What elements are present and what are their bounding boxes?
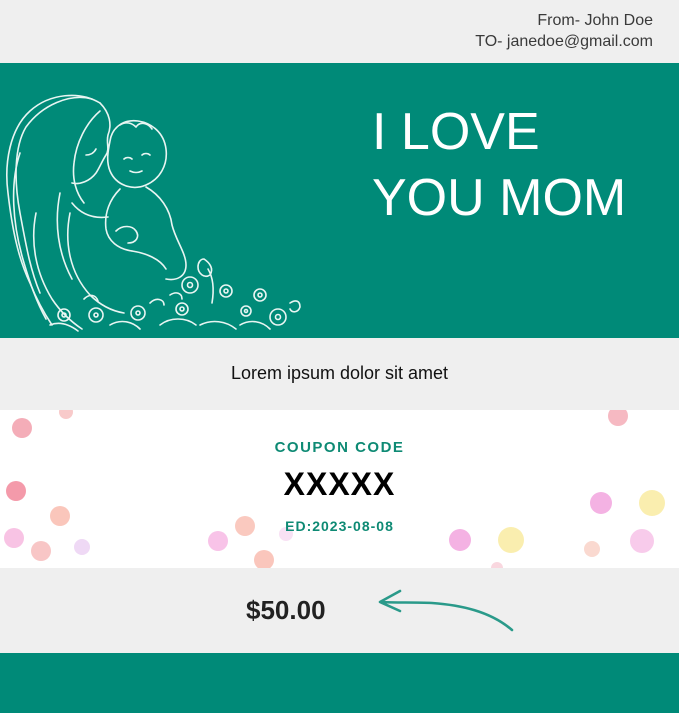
sender-text: From- John Doe <box>537 12 653 29</box>
coupon-code[interactable]: XXXXX <box>0 466 679 503</box>
message-section: Lorem ipsum dolor sit amet <box>0 338 679 410</box>
hero-title-line2: YOU MOM <box>372 169 627 227</box>
coupon-expiry: ED:2023-08-08 <box>285 518 394 534</box>
arrow-left-icon <box>378 589 514 632</box>
price-amount: $50.00 <box>246 595 326 625</box>
gift-card-page: From- John Doe TO- janedoe@gmail.com I L… <box>0 0 679 713</box>
hero-title-line1: I LOVE <box>372 103 540 161</box>
recipient-text: TO- janedoe@gmail.com <box>475 33 653 50</box>
coupon-label: COUPON CODE <box>274 439 405 456</box>
coupon-section: COUPON CODE XXXXX ED:2023-08-08 <box>0 410 679 568</box>
header: From- John Doe TO- janedoe@gmail.com <box>0 0 679 63</box>
message-text: Lorem ipsum dolor sit amet <box>230 363 449 383</box>
mother-child-illustration <box>6 94 301 332</box>
footer <box>0 653 679 713</box>
price-section: $50.00 <box>0 568 679 653</box>
hero-banner: I LOVE YOU MOM <box>0 63 679 338</box>
hero-title: I LOVE YOU MOM <box>372 99 626 231</box>
